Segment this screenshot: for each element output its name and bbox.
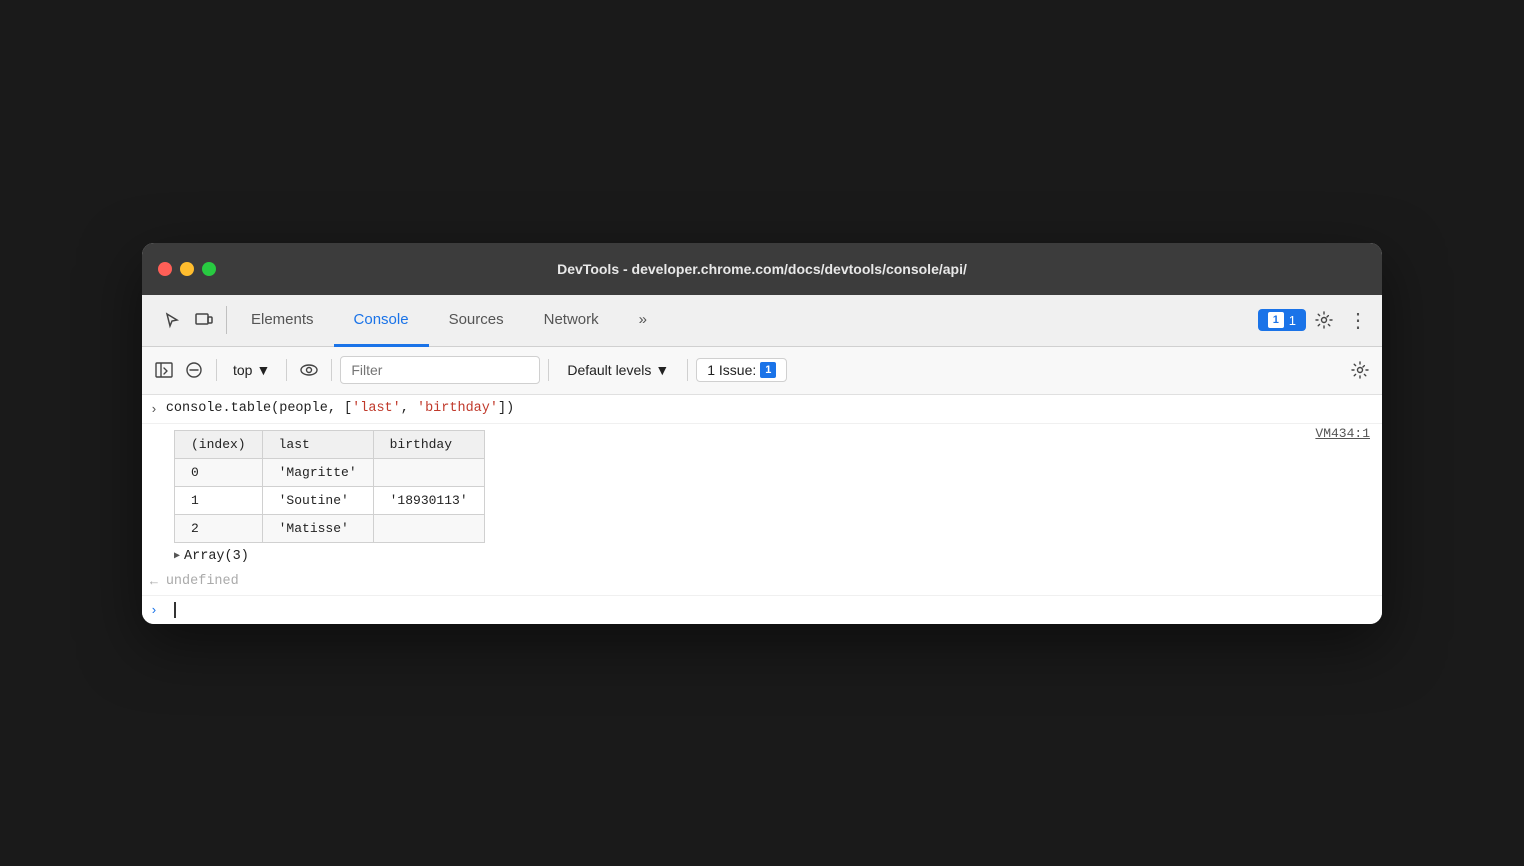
console-output: › console.table(people, ['last', 'birthd…: [142, 395, 1382, 624]
array-expandable-row[interactable]: ▶ Array(3): [142, 545, 1382, 568]
array-label: Array(3): [184, 549, 249, 564]
issues-filter-btn[interactable]: 1 Issue: 1: [696, 358, 787, 382]
devtools-window: DevTools - developer.chrome.com/docs/dev…: [142, 243, 1382, 624]
console-command-code: console.table(people, ['last', 'birthday…: [166, 401, 1374, 416]
console-settings-btn[interactable]: [1346, 356, 1374, 384]
undefined-row: ← undefined: [142, 568, 1382, 595]
settings-btn[interactable]: [1310, 306, 1338, 334]
traffic-lights: [158, 262, 216, 276]
toolbar-divider-3: [331, 359, 332, 381]
filter-input[interactable]: [340, 356, 540, 384]
tab-sources[interactable]: Sources: [429, 295, 524, 347]
sidebar-toggle-btn[interactable]: [150, 356, 178, 384]
console-table: (index) last birthday 0 'Magritte' 1 'So…: [174, 430, 485, 543]
toolbar-divider-4: [548, 359, 549, 381]
console-table-wrap: (index) last birthday 0 'Magritte' 1 'So…: [142, 428, 1382, 545]
cell-index-1: 1: [175, 486, 263, 514]
minimize-button[interactable]: [180, 262, 194, 276]
input-prompt-arrow: ›: [150, 602, 158, 618]
cell-index-0: 0: [175, 458, 263, 486]
tab-console[interactable]: Console: [334, 295, 429, 347]
expand-arrow-icon: ▶: [174, 550, 180, 562]
tabbar: Elements Console Sources Network » 1 1: [142, 295, 1382, 347]
cell-index-2: 2: [175, 514, 263, 542]
undefined-label: undefined: [166, 574, 239, 589]
tab-elements[interactable]: Elements: [231, 295, 334, 347]
more-menu-btn[interactable]: ⋮: [1342, 308, 1374, 333]
clear-console-btn[interactable]: [180, 356, 208, 384]
toolbar-divider-5: [687, 359, 688, 381]
issues-count-badge: 1: [760, 362, 776, 378]
issues-badge-btn[interactable]: 1 1: [1258, 309, 1306, 331]
vm-link[interactable]: VM434:1: [1315, 426, 1370, 441]
col-header-last: last: [262, 430, 373, 458]
console-input-row: ›: [142, 595, 1382, 624]
cell-last-2: 'Matisse': [262, 514, 373, 542]
tabbar-right: 1 1 ⋮: [1258, 306, 1374, 334]
cell-birthday-0: [373, 458, 484, 486]
prompt-arrow: ›: [150, 401, 158, 417]
titlebar: DevTools - developer.chrome.com/docs/dev…: [142, 243, 1382, 295]
device-icon-btn[interactable]: [190, 306, 218, 334]
eye-icon-btn[interactable]: [295, 356, 323, 384]
table-row: 1 'Soutine' '18930113': [175, 486, 485, 514]
cell-birthday-1: '18930113': [373, 486, 484, 514]
cursor: [174, 602, 176, 618]
console-command-entry: › console.table(people, ['last', 'birthd…: [142, 395, 1382, 424]
tab-network[interactable]: Network: [524, 295, 619, 347]
issue-icon: 1: [1268, 312, 1284, 328]
table-row: 0 'Magritte': [175, 458, 485, 486]
cell-birthday-2: [373, 514, 484, 542]
console-toolbar: top ▼ Default levels ▼ 1 Issue: 1: [142, 347, 1382, 395]
maximize-button[interactable]: [202, 262, 216, 276]
col-header-index: (index): [175, 430, 263, 458]
toolbar-divider-2: [286, 359, 287, 381]
devtools-icons: [150, 306, 227, 334]
close-button[interactable]: [158, 262, 172, 276]
context-selector[interactable]: top ▼: [225, 359, 278, 381]
cell-last-0: 'Magritte': [262, 458, 373, 486]
cursor-icon-btn[interactable]: [158, 306, 186, 334]
levels-selector[interactable]: Default levels ▼: [557, 359, 679, 381]
tab-more[interactable]: »: [619, 295, 667, 347]
left-arrow-icon: ←: [150, 574, 158, 589]
cell-last-1: 'Soutine': [262, 486, 373, 514]
toolbar-divider: [216, 359, 217, 381]
col-header-birthday: birthday: [373, 430, 484, 458]
table-row: 2 'Matisse': [175, 514, 485, 542]
window-title: DevTools - developer.chrome.com/docs/dev…: [557, 261, 967, 277]
